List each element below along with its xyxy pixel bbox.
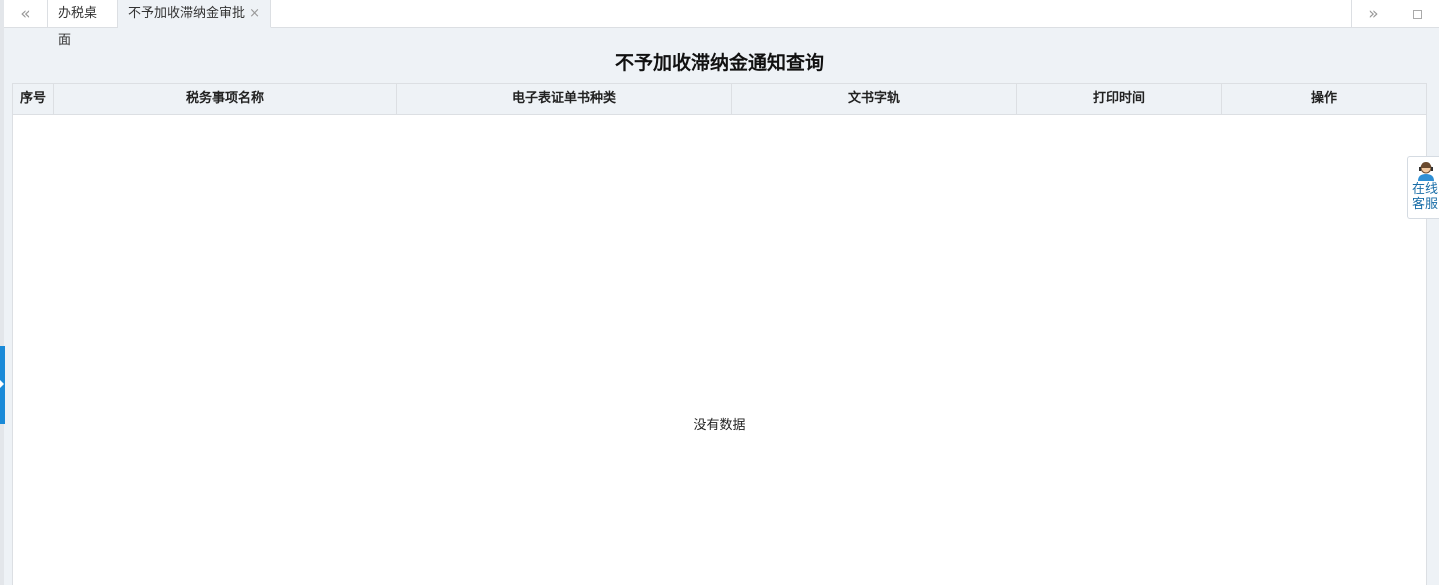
empty-state-text: 没有数据 xyxy=(693,418,746,433)
service-label-line2: 客服 xyxy=(1412,197,1439,212)
customer-service-icon xyxy=(1418,162,1434,181)
column-header-actions[interactable]: 操作 xyxy=(1222,84,1426,114)
column-header-item-name[interactable]: 税务事项名称 xyxy=(54,84,397,114)
column-header-index[interactable]: 序号 xyxy=(13,84,54,114)
tab-label: 办税桌面 xyxy=(58,6,98,48)
double-chevron-right-icon: » xyxy=(1368,4,1379,24)
tab-scroll-left-button[interactable]: « xyxy=(4,0,48,28)
column-header-document-number[interactable]: 文书字轨 xyxy=(732,84,1017,114)
tab-desktop[interactable]: 办税桌面 xyxy=(48,0,118,48)
tab-scroll-right-button[interactable]: » xyxy=(1351,0,1395,28)
close-icon[interactable]: × xyxy=(249,0,260,27)
online-service-widget[interactable]: 在线 客服 xyxy=(1407,156,1439,219)
column-header-print-time[interactable]: 打印时间 xyxy=(1017,84,1222,114)
result-table: 序号 税务事项名称 电子表证单书种类 文书字轨 打印时间 操作 没有数据 xyxy=(12,83,1427,585)
double-chevron-left-icon: « xyxy=(20,4,31,24)
tab-late-fee-approval[interactable]: 不予加收滞纳金审批 × xyxy=(118,0,271,28)
page-title: 不予加收滞纳金通知查询 xyxy=(614,52,824,74)
tab-label: 不予加收滞纳金审批 xyxy=(128,6,246,21)
service-label-line1: 在线 xyxy=(1412,182,1439,197)
column-header-document-type[interactable]: 电子表证单书种类 xyxy=(397,84,732,114)
maximize-button[interactable] xyxy=(1395,0,1439,28)
sidebar-toggle-handle[interactable] xyxy=(0,346,5,424)
tab-bar: « 办税桌面 不予加收滞纳金审批 × » xyxy=(4,0,1439,48)
table-header: 序号 税务事项名称 电子表证单书种类 文书字轨 打印时间 操作 xyxy=(13,84,1426,115)
maximize-icon xyxy=(1412,9,1422,19)
left-edge-strip xyxy=(0,0,4,585)
